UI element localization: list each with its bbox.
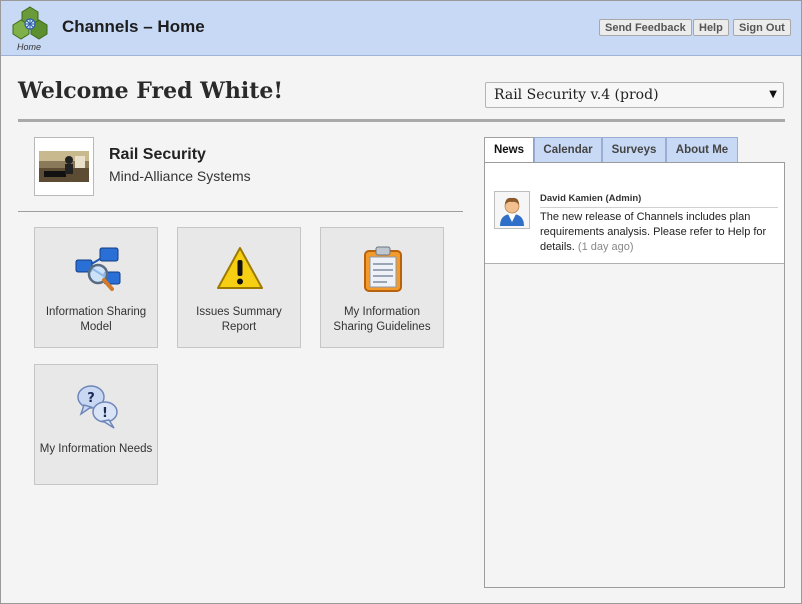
my-information-needs-tile[interactable]: ? ! My Information Needs: [34, 364, 158, 485]
tile-label: My Information Needs: [39, 443, 153, 455]
news-message: The new release of Channels includes pla…: [540, 210, 778, 255]
top-bar: Home Channels – Home Send Feedback Help …: [1, 1, 801, 56]
organization-subtitle: Mind-Alliance Systems: [109, 168, 251, 184]
tab-news[interactable]: News: [484, 137, 534, 164]
clipboard-icon: [364, 246, 402, 292]
news-timestamp: (1 day ago): [577, 241, 634, 253]
question-exclamation-bubbles-icon: ? !: [77, 385, 118, 429]
plan-selector-value: Rail Security v.4 (prod): [494, 87, 659, 103]
news-body: The new release of Channels includes pla…: [540, 211, 767, 253]
tab-about-me[interactable]: About Me: [666, 137, 738, 163]
issues-summary-report-tile[interactable]: Issues Summary Report: [177, 227, 301, 348]
tile-label: Information Sharing Model: [45, 306, 147, 333]
plan-selector[interactable]: Rail Security v.4 (prod) ▼: [485, 82, 784, 108]
svg-text:!: !: [102, 406, 108, 421]
information-sharing-model-tile[interactable]: Information Sharing Model: [34, 227, 158, 348]
section-divider: [18, 211, 463, 212]
organization-photo-icon: [39, 151, 89, 182]
tile-label: My Information Sharing Guidelines: [333, 306, 431, 333]
home-label[interactable]: Home: [17, 42, 41, 52]
tab-surveys[interactable]: Surveys: [602, 137, 666, 163]
header-divider: [18, 119, 785, 122]
page-title: Channels – Home: [62, 17, 205, 36]
news-author: David Kamien (Admin): [540, 193, 642, 204]
organization-image: [34, 137, 94, 196]
sign-out-button[interactable]: Sign Out: [733, 19, 791, 36]
network-search-icon: [75, 247, 121, 291]
svg-text:?: ?: [87, 391, 95, 406]
channels-logo-icon[interactable]: [12, 6, 48, 42]
tab-calendar[interactable]: Calendar: [534, 137, 602, 163]
help-button[interactable]: Help: [693, 19, 729, 36]
news-item: David Kamien (Admin) The new release of …: [485, 163, 784, 264]
warning-icon: [217, 247, 263, 289]
news-divider: [540, 207, 778, 208]
user-avatar-icon: [500, 197, 524, 226]
welcome-heading: Welcome Fred White!: [18, 78, 284, 104]
my-information-sharing-guidelines-tile[interactable]: My Information Sharing Guidelines: [320, 227, 444, 348]
avatar: [494, 191, 530, 229]
tile-label: Issues Summary Report: [196, 306, 282, 333]
dropdown-arrow-icon: ▼: [769, 89, 777, 100]
organization-name: Rail Security: [109, 146, 206, 163]
send-feedback-button[interactable]: Send Feedback: [599, 19, 692, 36]
news-panel: David Kamien (Admin) The new release of …: [484, 162, 785, 588]
